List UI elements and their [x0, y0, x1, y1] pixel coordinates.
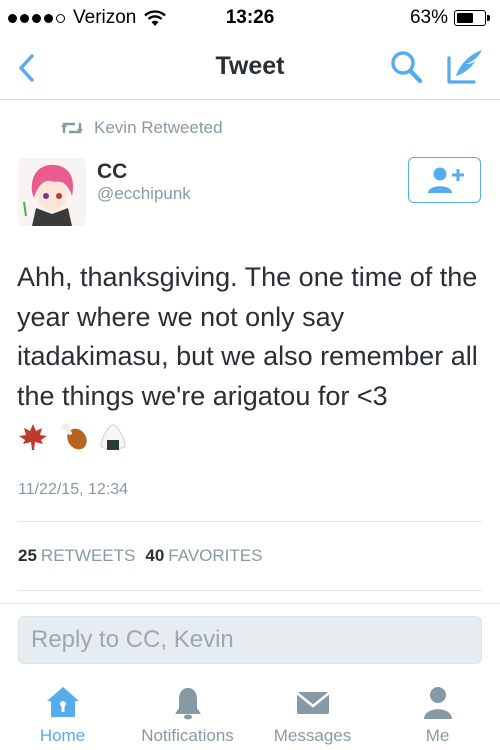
reply-input[interactable]	[18, 616, 482, 664]
page-title: Tweet	[215, 52, 285, 80]
divider	[18, 521, 482, 522]
search-icon[interactable]	[388, 48, 424, 86]
add-user-icon	[427, 167, 464, 193]
avatar-image	[18, 158, 86, 226]
tab-messages[interactable]: Messages	[250, 676, 375, 750]
tab-notifications-label: Notifications	[141, 726, 234, 745]
retweets-stat[interactable]: 25 RETWEETS	[18, 546, 135, 566]
tab-messages-label: Messages	[273, 726, 352, 745]
author-handle[interactable]: @ecchipunk	[97, 184, 191, 204]
favorites-stat[interactable]: 40 FAVORITES	[145, 546, 262, 566]
divider	[0, 603, 500, 604]
person-icon	[423, 687, 452, 719]
favorites-label: FAVORITES	[168, 546, 263, 565]
battery-info: 63%	[409, 7, 490, 29]
author-avatar[interactable]	[18, 158, 86, 226]
tab-me-label: Me	[425, 726, 450, 745]
tab-home-label: Home	[39, 726, 86, 745]
poultry-leg-icon	[61, 423, 87, 450]
tab-bar: Home Notifications Messages Me	[0, 676, 500, 750]
status-bar: Verizon 13:26 63%	[0, 0, 500, 36]
nav-bar: Tweet	[0, 36, 500, 100]
tab-me[interactable]: Me	[375, 676, 500, 750]
bell-icon	[174, 688, 201, 720]
retweet-icon	[61, 122, 83, 134]
tweet-timestamp: 11/22/15, 12:34	[18, 481, 129, 498]
battery-icon	[454, 10, 490, 26]
compose-icon[interactable]	[444, 46, 486, 86]
tab-home[interactable]: Home	[0, 676, 125, 750]
author-name[interactable]: CC	[97, 160, 127, 184]
home-icon	[46, 687, 79, 717]
battery-percent: 63%	[409, 7, 448, 28]
tab-notifications[interactable]: Notifications	[125, 676, 250, 750]
tweet-text: Ahh, thanksgiving. The one time of the y…	[17, 262, 478, 411]
retweets-count: 25	[18, 546, 37, 565]
retweets-label: RETWEETS	[40, 546, 136, 565]
rice-ball-icon	[100, 424, 126, 450]
favorites-count: 40	[145, 546, 165, 565]
divider	[18, 590, 482, 591]
maple-leaf-icon	[19, 424, 47, 450]
retweet-context-label: Kevin Retweeted	[94, 118, 223, 137]
envelope-icon	[295, 692, 330, 714]
tweet-stats: 25 RETWEETS 40 FAVORITES	[18, 546, 262, 566]
retweet-context[interactable]: Kevin Retweeted	[60, 118, 223, 138]
follow-button[interactable]	[408, 157, 481, 203]
tweet-emojis	[18, 422, 128, 452]
